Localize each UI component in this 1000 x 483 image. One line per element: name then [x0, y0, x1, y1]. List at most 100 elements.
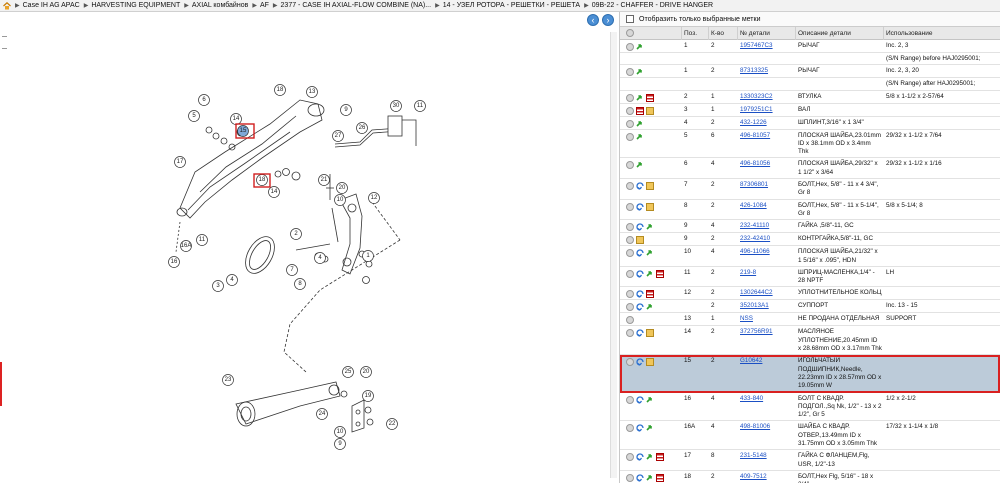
column-header-description[interactable]: Описание детали: [796, 26, 884, 40]
show-selected-only-checkbox[interactable]: [626, 15, 634, 23]
blue-replace-icon[interactable]: [636, 453, 644, 461]
notes-icon[interactable]: [656, 473, 664, 482]
green-arrow-icon[interactable]: [646, 303, 654, 311]
breadcrumb-item[interactable]: AF: [260, 2, 269, 9]
callout-bubble[interactable]: 22: [386, 418, 398, 430]
table-row[interactable]: 2 352013A1 СУППОРТ Inc. 13 - 15: [620, 300, 1000, 314]
table-row[interactable]: 10 4 496-11066 ПЛОСКАЯ ШАЙБА,21/32" x 1 5/1…: [620, 246, 1000, 267]
part-number-link[interactable]: 409-7512: [740, 473, 767, 480]
blue-replace-icon[interactable]: [636, 424, 644, 433]
part-number-link[interactable]: 1979251C1: [740, 106, 773, 113]
part-number-link[interactable]: 352013A1: [740, 302, 769, 309]
callout-bubble[interactable]: 4: [314, 252, 326, 264]
breadcrumb-item[interactable]: HARVESTING EQUIPMENT: [91, 2, 180, 9]
callout-bubble[interactable]: 20: [360, 366, 372, 378]
green-arrow-icon[interactable]: [646, 424, 654, 432]
table-row[interactable]: 11 2 219-8 ШПРИЦ-МАСЛЕНКА,1/4" - 28 NPTF LH: [620, 267, 1000, 288]
gear-icon[interactable]: [626, 28, 634, 37]
info-icon[interactable]: [626, 182, 634, 191]
info-icon[interactable]: [626, 358, 634, 367]
callout-bubble[interactable]: 9: [334, 438, 346, 450]
blue-replace-icon[interactable]: [636, 223, 644, 231]
info-icon[interactable]: [626, 119, 634, 128]
package-icon[interactable]: [636, 236, 644, 245]
info-icon[interactable]: [626, 106, 634, 115]
part-number-link[interactable]: 87306801: [740, 181, 768, 188]
callout-bubble[interactable]: 7: [286, 264, 298, 276]
green-arrow-icon[interactable]: [636, 94, 644, 102]
part-number-link[interactable]: 496-11066: [740, 248, 770, 255]
table-row[interactable]: 17 8 231-5148 ГАЙКА С ФЛАНЦЕМ,Flg, USR, 1/2…: [620, 450, 1000, 471]
table-row[interactable]: 16 4 433-840 БОЛТ С КВАДР. ПОДГОЛ.,Sq Nk, 1…: [620, 393, 1000, 422]
table-row[interactable]: 1 2 87313325 РЫЧАГ Inc. 2, 3, 20: [620, 65, 1000, 79]
part-number-link[interactable]: 232-42410: [740, 235, 770, 242]
info-icon[interactable]: [626, 316, 634, 325]
info-icon[interactable]: [626, 453, 634, 462]
notes-icon[interactable]: [636, 106, 644, 115]
table-row[interactable]: 2 1 1330323C2 ВТУЛКА 5/8 x 1-1/2 x 2-57/64: [620, 91, 1000, 104]
blue-replace-icon[interactable]: [636, 203, 644, 211]
table-row[interactable]: 4 2 432-1226 ШПЛИНТ,3/16" x 1 3/4": [620, 117, 1000, 130]
green-arrow-icon[interactable]: [636, 43, 644, 51]
info-icon[interactable]: [626, 93, 634, 102]
part-number-link[interactable]: 1957467C3: [740, 42, 773, 49]
table-row[interactable]: 9 4 232-41110 ГАЙКА ,5/8"-11, GC: [620, 220, 1000, 234]
info-icon[interactable]: [626, 329, 634, 338]
callout-bubble[interactable]: 1: [362, 250, 374, 262]
green-arrow-icon[interactable]: [646, 249, 654, 257]
part-number-link[interactable]: 219-8: [740, 269, 756, 276]
column-header-part-number[interactable]: № детали: [738, 26, 796, 40]
part-number-link[interactable]: 496-81057: [740, 132, 770, 139]
table-row[interactable]: 16A 4 498-81006 ШАЙБА С КВАДР. ОТВЕР.,13.49…: [620, 421, 1000, 451]
blue-replace-icon[interactable]: [636, 329, 644, 338]
callout-bubble[interactable]: 23: [222, 374, 234, 386]
table-row[interactable]: 3 1 1979251C1 ВАЛ: [620, 104, 1000, 117]
table-row[interactable]: 1 2 1957467C3 РЫЧАГ Inc. 2, 3: [620, 40, 1000, 53]
callout-bubble[interactable]: 19: [362, 390, 374, 402]
part-number-link[interactable]: 498-81006: [740, 423, 770, 430]
table-row[interactable]: (S/N Range) after HAJ0295001;: [620, 78, 1000, 91]
info-icon[interactable]: [626, 249, 634, 258]
breadcrumb-item[interactable]: 09B-22 - CHAFFER - DRIVE HANGER: [592, 2, 713, 9]
table-row[interactable]: 15 2 G10642 ИГОЛЬЧАТЫЙ ПОДШИПНИК,Needle, 22…: [620, 355, 1000, 393]
green-arrow-icon[interactable]: [646, 223, 654, 231]
notes-icon[interactable]: [656, 269, 664, 278]
package-icon[interactable]: [646, 329, 654, 338]
part-number-link[interactable]: 426-1084: [740, 202, 767, 209]
blue-replace-icon[interactable]: [636, 290, 644, 299]
column-header-pos[interactable]: Поз.: [682, 26, 709, 40]
callout-bubble[interactable]: 5: [188, 110, 200, 122]
callout-bubble[interactable]: 25: [342, 366, 354, 378]
callout-bubble[interactable]: 24: [316, 408, 328, 420]
table-row[interactable]: 7 2 87306801 БОЛТ,Hex, 5/8" - 11 x 4 3/4", …: [620, 179, 1000, 200]
callout-bubble[interactable]: 14: [230, 113, 242, 125]
blue-replace-icon[interactable]: [636, 249, 644, 257]
part-number-link[interactable]: G10642: [740, 357, 762, 364]
part-number-link[interactable]: 496-81056: [740, 160, 770, 167]
green-arrow-icon[interactable]: [646, 270, 654, 278]
info-icon[interactable]: [626, 395, 634, 404]
green-arrow-icon[interactable]: [646, 474, 654, 482]
info-icon[interactable]: [626, 236, 634, 245]
table-row[interactable]: 14 2 372756R91 МАСЛЯНОЕ УПЛОТНЕНИЕ,20.45mm …: [620, 326, 1000, 356]
part-number-link[interactable]: 87313325: [740, 67, 768, 74]
notes-icon[interactable]: [656, 453, 664, 462]
callout-bubble[interactable]: 11: [196, 234, 208, 246]
callout-bubble[interactable]: 11: [414, 100, 426, 112]
part-number-link[interactable]: 433-840: [740, 395, 763, 402]
callout-bubble[interactable]: 21: [318, 174, 330, 186]
blue-replace-icon[interactable]: [636, 303, 644, 312]
callout-bubble[interactable]: 3: [212, 280, 224, 292]
notes-icon[interactable]: [646, 290, 654, 299]
blue-replace-icon[interactable]: [636, 358, 644, 366]
breadcrumb-item[interactable]: 2377 - CASE IH AXIAL-FLOW COMBINE (NA)..…: [281, 2, 432, 9]
package-icon[interactable]: [646, 182, 654, 191]
table-row[interactable]: 13 1 NSS НЕ ПРОДАНА ОТДЕЛЬНАЯ SUPPORT: [620, 313, 1000, 327]
callout-bubble[interactable]: 16: [168, 256, 180, 268]
callout-bubble[interactable]: 15: [237, 125, 249, 137]
callout-bubble[interactable]: 4: [226, 274, 238, 286]
info-icon[interactable]: [626, 43, 634, 51]
home-icon[interactable]: [3, 1, 11, 10]
info-icon[interactable]: [626, 132, 634, 141]
callout-bubble[interactable]: 30: [390, 100, 402, 112]
